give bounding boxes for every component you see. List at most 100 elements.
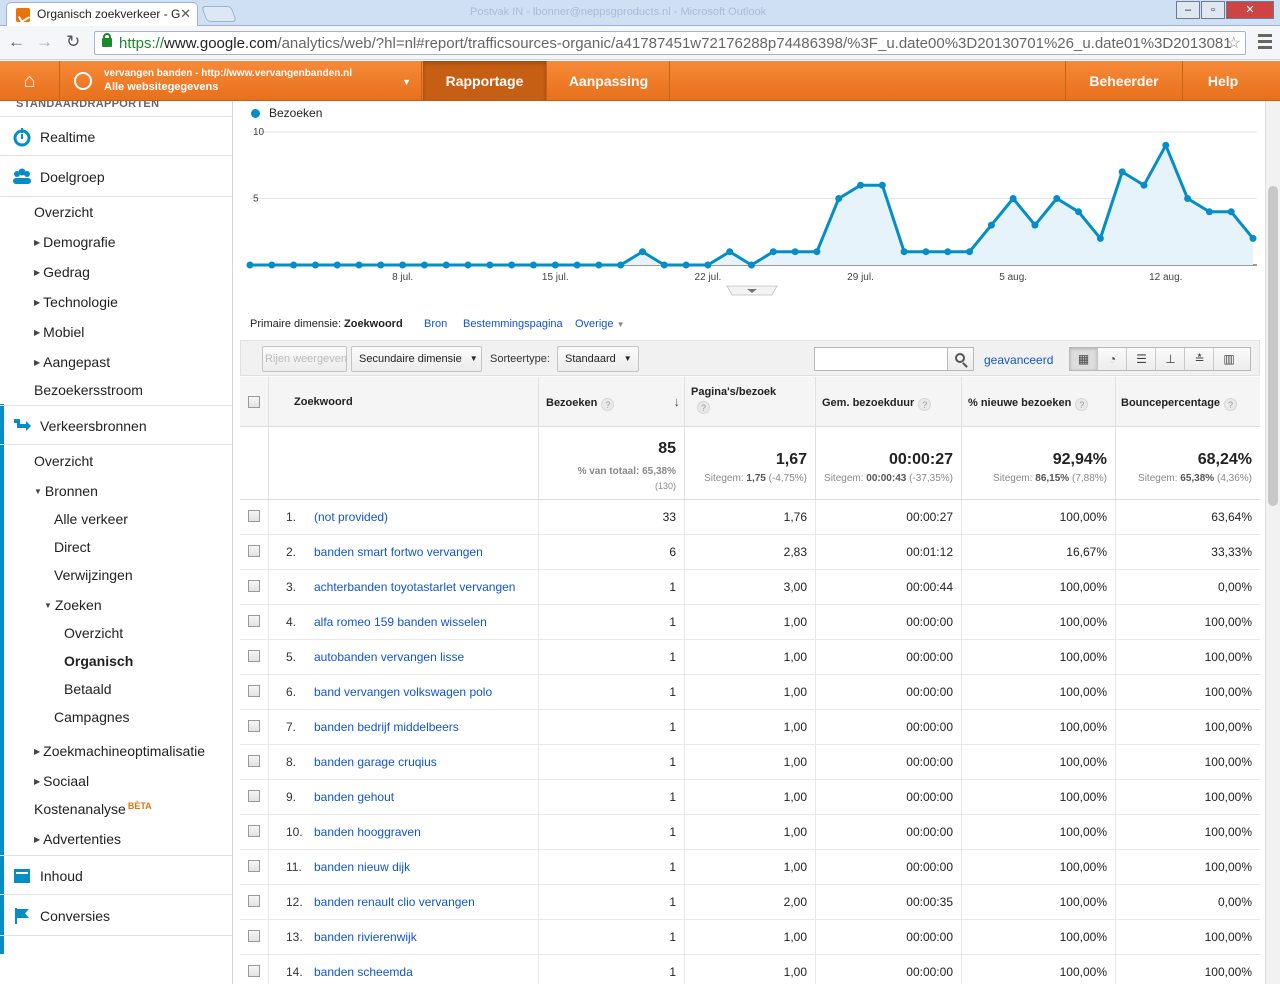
sidebar-item-sociaal[interactable]: ▶ Sociaal <box>34 773 89 789</box>
sidebar-verkeersbronnen[interactable]: Verkeersbronnen <box>0 405 232 445</box>
keyword-link[interactable]: banden bedrijf middelbeers <box>314 720 459 734</box>
row-checkbox[interactable] <box>248 825 260 837</box>
advanced-filter-link[interactable]: geavanceerd <box>984 353 1053 367</box>
visits-line-chart[interactable]: 10 5 8 jul. 15 jul. 22 jul. 29 jul. 5 aug. 12 a… <box>240 101 1265 299</box>
keyword-link[interactable]: autobanden vervangen lisse <box>314 650 464 664</box>
keyword-link[interactable]: banden hooggraven <box>314 825 421 839</box>
dimension-overige[interactable]: Overige ▼ <box>575 318 625 330</box>
browser-menu-icon[interactable] <box>1258 34 1272 52</box>
sidebar-item-demografie[interactable]: ▶ Demografie <box>34 234 116 250</box>
header-bezoekduur[interactable]: Gem. bezoekduur? <box>816 377 962 427</box>
keyword-link[interactable]: banden renault clio vervangen <box>314 895 475 909</box>
show-rows-button[interactable]: Rijen weergeven <box>262 346 347 372</box>
keyword-link[interactable]: banden smart fortwo vervangen <box>314 545 483 559</box>
sidebar-item-kostenanalyse[interactable]: Kostenanalyse BÈTA <box>34 801 152 817</box>
page-scrollbar[interactable] <box>1265 101 1280 984</box>
sidebar-item-bezoekersstroom[interactable]: Bezoekersstroom <box>34 382 143 398</box>
sidebar-item-verwijzingen[interactable]: Verwijzingen <box>54 567 133 583</box>
sidebar-item-zoeken[interactable]: ▼ Zoeken <box>44 597 102 613</box>
home-icon[interactable]: ⌂ <box>0 61 60 101</box>
bookmark-star-icon[interactable]: ☆ <box>1227 33 1241 53</box>
search-icon[interactable] <box>947 347 974 371</box>
sidebar-item-alle-verkeer[interactable]: Alle verkeer <box>54 511 128 527</box>
keyword-link[interactable]: banden garage cruqius <box>314 755 437 769</box>
bounce-rate-value: 100,00% <box>1204 790 1252 804</box>
nav-help[interactable]: Help <box>1183 61 1263 101</box>
keyword-link[interactable]: banden rivierenwijk <box>314 930 417 944</box>
sidebar-item-vb-overzicht[interactable]: Overzicht <box>34 453 93 469</box>
sidebar-item-organisch[interactable]: Organisch <box>64 653 133 669</box>
keyword-link[interactable]: banden nieuw dijk <box>314 860 410 874</box>
sidebar-item-campagnes[interactable]: Campagnes <box>54 709 130 725</box>
nav-rapportage[interactable]: Rapportage <box>423 61 547 101</box>
analytics-favicon-icon <box>16 8 30 22</box>
row-checkbox[interactable] <box>248 545 260 557</box>
row-checkbox[interactable] <box>248 720 260 732</box>
comparison-view-icon[interactable]: ⊥ <box>1157 348 1185 370</box>
row-checkbox[interactable] <box>248 685 260 697</box>
secondary-dimension-dropdown[interactable]: Secundaire dimensie ▼ <box>351 346 482 372</box>
sidebar-item-advertenties[interactable]: ▶ Advertenties <box>34 831 121 847</box>
minimize-window-icon[interactable]: – <box>1176 1 1200 19</box>
dimension-zoekwoord[interactable]: Zoekwoord <box>344 318 403 330</box>
sidebar-item-betaald[interactable]: Betaald <box>64 681 111 697</box>
keyword-link[interactable]: banden gehout <box>314 790 394 804</box>
row-checkbox[interactable] <box>248 650 260 662</box>
row-checkbox[interactable] <box>248 580 260 592</box>
sidebar-item-seo[interactable]: ▶ Zoekmachineoptimalisatie <box>34 743 205 759</box>
nav-beheerder[interactable]: Beheerder <box>1065 61 1183 101</box>
tab-close-icon[interactable]: ✕ <box>180 6 191 22</box>
sidebar-inhoud[interactable]: Inhoud <box>0 855 232 895</box>
sidebar-item-bronnen[interactable]: ▼ Bronnen <box>34 483 98 499</box>
header-nieuwe-bezoeken[interactable]: % nieuwe bezoeken? <box>962 377 1116 427</box>
sidebar-doelgroep[interactable]: Doelgroep <box>0 157 232 197</box>
header-bouncepercentage[interactable]: Bouncepercentage? <box>1116 377 1260 427</box>
pivot-view-icon[interactable]: ▥ <box>1215 348 1243 370</box>
scrollbar-thumb[interactable] <box>1268 186 1278 506</box>
row-checkbox[interactable] <box>248 860 260 872</box>
row-checkbox[interactable] <box>248 755 260 767</box>
account-selector[interactable]: vervangen banden - http://www.vervangenb… <box>60 61 422 101</box>
keyword-link[interactable]: band vervangen volkswagen polo <box>314 685 492 699</box>
reload-icon[interactable]: ↻ <box>66 33 80 51</box>
sidebar-item-mobiel[interactable]: ▶ Mobiel <box>34 324 84 340</box>
table-view-icon[interactable]: ▦ <box>1070 348 1098 370</box>
address-bar[interactable]: https://www.google.com/analytics/web/?hl… <box>94 31 1246 55</box>
dimension-bron[interactable]: Bron <box>424 318 447 330</box>
back-arrow-icon[interactable]: ← <box>8 33 25 51</box>
keyword-link[interactable]: achterbanden toyotastarlet vervangen <box>314 580 515 594</box>
keyword-link[interactable]: alfa romeo 159 banden wisselen <box>314 615 487 629</box>
performance-view-icon[interactable]: ☰ <box>1128 348 1156 370</box>
row-checkbox[interactable] <box>248 930 260 942</box>
sidebar-item-direct[interactable]: Direct <box>54 539 91 555</box>
sidebar-item-overzicht[interactable]: Overzicht <box>34 204 93 220</box>
row-checkbox[interactable] <box>248 510 260 522</box>
select-all-checkbox[interactable] <box>248 396 260 408</box>
header-zoekwoord[interactable]: Zoekwoord <box>269 377 539 427</box>
sidebar-item-technologie[interactable]: ▶ Technologie <box>34 294 118 310</box>
header-paginas-bezoek[interactable]: Pagina's/bezoek? <box>685 377 816 427</box>
row-checkbox[interactable] <box>248 790 260 802</box>
table-search-input[interactable] <box>814 347 948 371</box>
forward-arrow-icon[interactable]: → <box>36 33 53 51</box>
pie-view-icon[interactable]: ◔ <box>1099 348 1127 370</box>
close-window-icon[interactable]: ✕ <box>1226 1 1274 19</box>
maximize-window-icon[interactable]: ▫ <box>1201 1 1225 19</box>
row-checkbox[interactable] <box>248 965 260 977</box>
term-cloud-view-icon[interactable]: ≛ <box>1186 348 1214 370</box>
nav-aanpassing[interactable]: Aanpassing <box>548 61 670 101</box>
sort-type-dropdown[interactable]: Standaard ▼ <box>557 346 639 372</box>
new-tab-button[interactable] <box>201 6 237 22</box>
header-bezoeken[interactable]: Bezoeken? ↓ <box>539 377 685 427</box>
browser-tab[interactable]: Organisch zoekverkeer - G ✕ <box>6 2 198 26</box>
row-checkbox[interactable] <box>248 895 260 907</box>
keyword-link[interactable]: banden scheemda <box>314 965 413 979</box>
row-checkbox[interactable] <box>248 615 260 627</box>
sidebar-realtime[interactable]: Realtime <box>0 116 232 156</box>
sidebar-item-zoeken-overzicht[interactable]: Overzicht <box>64 625 123 641</box>
sidebar-item-gedrag[interactable]: ▶ Gedrag <box>34 264 90 280</box>
dimension-bestemmingspagina[interactable]: Bestemmingspagina <box>463 318 563 330</box>
sidebar-conversies[interactable]: Conversies <box>0 896 232 936</box>
sidebar-item-aangepast[interactable]: ▶ Aangepast <box>34 354 110 370</box>
keyword-link[interactable]: (not provided) <box>314 510 388 524</box>
